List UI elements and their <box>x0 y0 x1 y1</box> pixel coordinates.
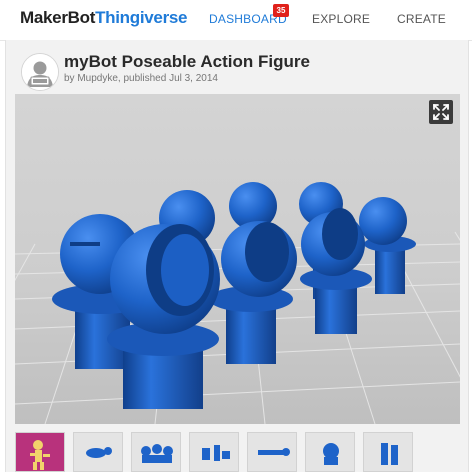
expand-icon[interactable] <box>429 100 453 124</box>
nav-create[interactable]: CREATE <box>397 12 446 26</box>
thingiverse-logo[interactable]: MakerBotThingiverse <box>20 8 188 28</box>
thumbnail-7[interactable] <box>363 432 413 472</box>
thumbnail-5[interactable] <box>247 432 297 472</box>
thing-title: myBot Poseable Action Figure <box>64 52 310 71</box>
thing-byline: by Mupdyke, published Jul 3, 2014 <box>64 73 218 84</box>
thumbnail-3[interactable] <box>131 432 181 472</box>
thumbnail-4[interactable] <box>189 432 239 472</box>
model-image-viewer[interactable] <box>15 94 460 424</box>
thing-card: myBot Poseable Action Figure by Mupdyke,… <box>5 40 469 472</box>
dashboard-notification-badge: 35 <box>273 4 289 17</box>
fullscreen-arrows-icon <box>433 104 449 120</box>
user-avatar-icon <box>22 54 58 90</box>
thumbnail-2[interactable] <box>73 432 123 472</box>
logo-thingiverse-text: Thingiverse <box>95 8 188 27</box>
nav-explore[interactable]: EXPLORE <box>312 12 370 26</box>
poseable-figure-render <box>15 94 460 424</box>
thumbnail-strip <box>15 432 465 472</box>
thumbnail-1[interactable] <box>15 432 65 472</box>
logo-makerbot-text: MakerBot <box>20 8 96 27</box>
thumbnail-6[interactable] <box>305 432 355 472</box>
avatar[interactable] <box>21 53 59 91</box>
top-navigation-bar: MakerBotThingiverse DASHBOARD 35 EXPLORE… <box>0 0 472 41</box>
